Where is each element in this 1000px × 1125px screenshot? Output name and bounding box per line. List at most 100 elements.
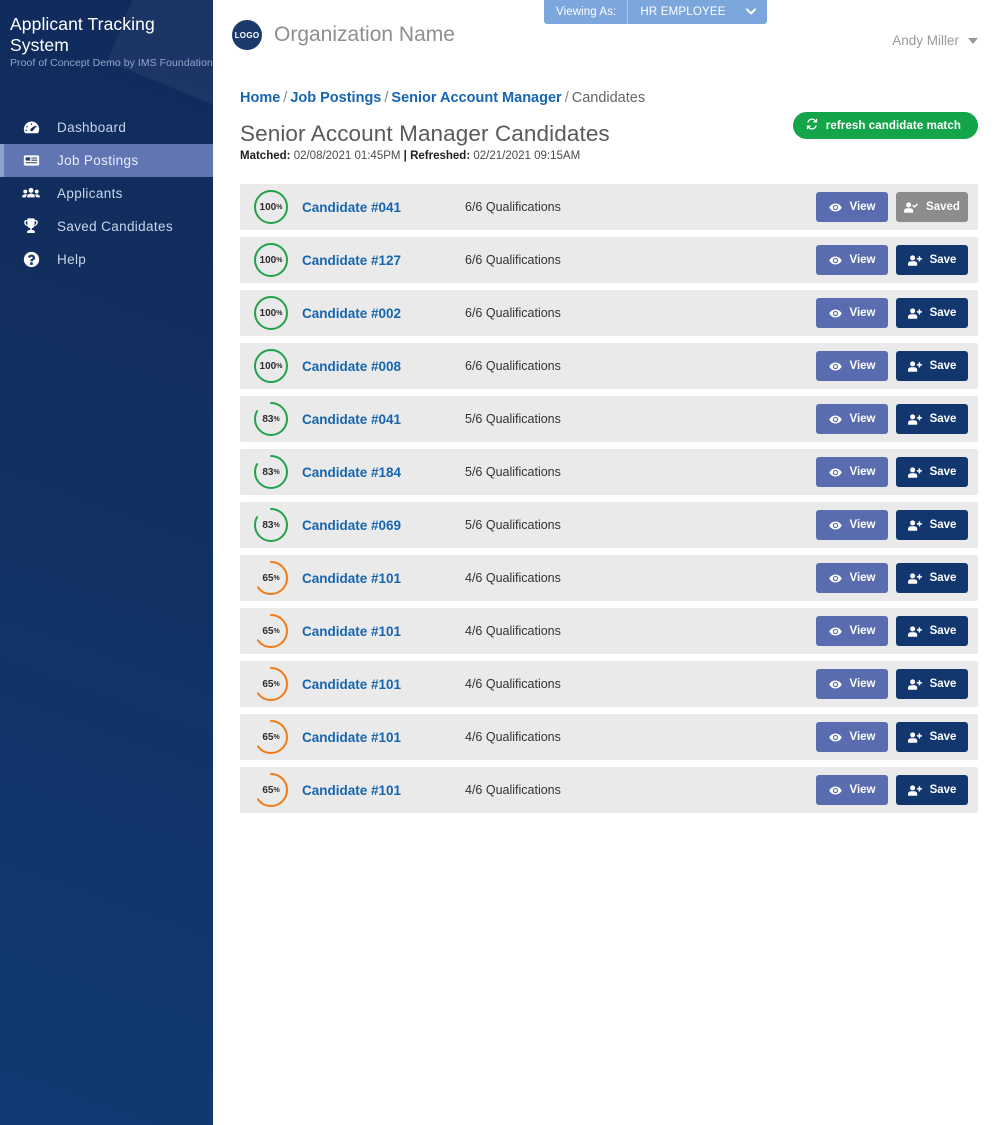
save-button-label: Save bbox=[929, 678, 957, 690]
sidebar: Applicant Tracking System Proof of Conce… bbox=[0, 0, 213, 1125]
breadcrumb-item-job-postings[interactable]: Job Postings bbox=[290, 90, 381, 106]
match-score-ring: 83% bbox=[252, 453, 290, 491]
match-score-percent: 83% bbox=[252, 506, 290, 544]
match-score-ring: 83% bbox=[252, 506, 290, 544]
eye-icon bbox=[828, 519, 842, 532]
save-button[interactable]: Save bbox=[896, 775, 968, 805]
view-button[interactable]: View bbox=[816, 245, 888, 275]
save-button[interactable]: Save bbox=[896, 404, 968, 434]
candidate-actions: View Save bbox=[816, 245, 978, 275]
save-button[interactable]: Save bbox=[896, 351, 968, 381]
candidate-name-link[interactable]: Candidate #041 bbox=[302, 200, 465, 215]
save-button[interactable]: Save bbox=[896, 245, 968, 275]
candidate-name-link[interactable]: Candidate #184 bbox=[302, 465, 465, 480]
view-button[interactable]: View bbox=[816, 775, 888, 805]
match-score-ring-wrap: 65% bbox=[240, 612, 302, 650]
eye-icon bbox=[828, 201, 842, 214]
candidate-name-link[interactable]: Candidate #002 bbox=[302, 306, 465, 321]
view-button-label: View bbox=[849, 360, 876, 372]
match-score-percent: 100% bbox=[252, 294, 290, 332]
save-button[interactable]: Save bbox=[896, 457, 968, 487]
view-button[interactable]: View bbox=[816, 457, 888, 487]
view-button[interactable]: View bbox=[816, 669, 888, 699]
sidebar-item-saved-candidates[interactable]: Saved Candidates bbox=[0, 210, 213, 243]
eye-icon bbox=[828, 466, 842, 479]
candidate-name-link[interactable]: Candidate #101 bbox=[302, 730, 465, 745]
saved-button[interactable]: Saved bbox=[896, 192, 968, 222]
match-score-percent: 100% bbox=[252, 188, 290, 226]
save-button[interactable]: Save bbox=[896, 510, 968, 540]
view-button[interactable]: View bbox=[816, 616, 888, 646]
candidate-row: 65% Candidate #101 4/6 Qualifications View S… bbox=[240, 767, 978, 813]
match-score-ring-wrap: 65% bbox=[240, 718, 302, 756]
candidate-name-link[interactable]: Candidate #101 bbox=[302, 571, 465, 586]
view-button[interactable]: View bbox=[816, 351, 888, 381]
save-button-label: Save bbox=[929, 625, 957, 637]
candidate-name-link[interactable]: Candidate #069 bbox=[302, 518, 465, 533]
user-menu[interactable]: Andy Miller bbox=[892, 33, 978, 48]
candidate-row: 65% Candidate #101 4/6 Qualifications View S… bbox=[240, 714, 978, 760]
match-score-ring: 65% bbox=[252, 612, 290, 650]
view-button-label: View bbox=[849, 466, 876, 478]
view-button-label: View bbox=[849, 731, 876, 743]
percent-symbol: % bbox=[273, 733, 280, 741]
save-button-label: Save bbox=[929, 307, 957, 319]
match-score-ring: 100% bbox=[252, 347, 290, 385]
breadcrumb: Home / Job Postings / Senior Account Manager… bbox=[213, 72, 1000, 106]
view-button[interactable]: View bbox=[816, 298, 888, 328]
candidate-actions: View Save bbox=[816, 351, 978, 381]
viewing-as-select[interactable]: HR EMPLOYEE bbox=[628, 0, 766, 24]
view-button-label: View bbox=[849, 572, 876, 584]
breadcrumb-item-home[interactable]: Home bbox=[240, 90, 280, 106]
save-button-label: Save bbox=[929, 413, 957, 425]
match-score-ring-wrap: 100% bbox=[240, 188, 302, 226]
sidebar-item-applicants[interactable]: Applicants bbox=[0, 177, 213, 210]
match-score-value: 83 bbox=[262, 519, 274, 531]
sidebar-item-label: Job Postings bbox=[57, 153, 139, 168]
candidate-qualifications: 4/6 Qualifications bbox=[465, 624, 561, 638]
save-button[interactable]: Save bbox=[896, 722, 968, 752]
sidebar-item-job-postings[interactable]: Job Postings bbox=[0, 144, 213, 177]
view-button-label: View bbox=[849, 307, 876, 319]
user-plus-icon bbox=[907, 784, 922, 797]
view-button[interactable]: View bbox=[816, 563, 888, 593]
candidate-qualifications: 4/6 Qualifications bbox=[465, 571, 561, 585]
candidate-name-link[interactable]: Candidate #101 bbox=[302, 677, 465, 692]
user-plus-icon bbox=[907, 731, 922, 744]
sidebar-item-dashboard[interactable]: Dashboard bbox=[0, 111, 213, 144]
candidate-name-link[interactable]: Candidate #101 bbox=[302, 783, 465, 798]
percent-symbol: % bbox=[273, 627, 280, 635]
percent-symbol: % bbox=[273, 415, 280, 423]
save-button[interactable]: Save bbox=[896, 563, 968, 593]
eye-icon bbox=[828, 731, 842, 744]
save-button[interactable]: Save bbox=[896, 669, 968, 699]
sidebar-item-help[interactable]: Help bbox=[0, 243, 213, 276]
view-button[interactable]: View bbox=[816, 192, 888, 222]
refresh-button-label: refresh candidate match bbox=[825, 119, 961, 132]
save-button[interactable]: Save bbox=[896, 616, 968, 646]
page-header: Senior Account Manager Candidates Matche… bbox=[213, 106, 1000, 162]
match-score-percent: 65% bbox=[252, 559, 290, 597]
candidate-row: 100% Candidate #127 6/6 Qualifications View… bbox=[240, 237, 978, 283]
candidate-name-link[interactable]: Candidate #127 bbox=[302, 253, 465, 268]
view-button[interactable]: View bbox=[816, 722, 888, 752]
breadcrumb-separator: / bbox=[283, 90, 288, 106]
user-plus-icon bbox=[907, 360, 922, 373]
view-button[interactable]: View bbox=[816, 404, 888, 434]
eye-icon bbox=[828, 678, 842, 691]
match-score-ring: 100% bbox=[252, 241, 290, 279]
chevron-down-icon bbox=[745, 7, 756, 17]
user-plus-icon bbox=[907, 572, 922, 585]
refresh-candidate-match-button[interactable]: refresh candidate match bbox=[792, 112, 978, 139]
candidate-name-link[interactable]: Candidate #008 bbox=[302, 359, 465, 374]
candidate-row: 65% Candidate #101 4/6 Qualifications View S… bbox=[240, 555, 978, 601]
candidate-name-link[interactable]: Candidate #041 bbox=[302, 412, 465, 427]
candidate-actions: View Save bbox=[816, 722, 978, 752]
breadcrumb-item-senior-account-manager[interactable]: Senior Account Manager bbox=[391, 90, 561, 106]
view-button[interactable]: View bbox=[816, 510, 888, 540]
candidate-row: 83% Candidate #041 5/6 Qualifications View S… bbox=[240, 396, 978, 442]
match-score-ring: 100% bbox=[252, 188, 290, 226]
app-subtitle: Proof of Concept Demo by IMS Foundation bbox=[10, 57, 213, 69]
save-button[interactable]: Save bbox=[896, 298, 968, 328]
candidate-name-link[interactable]: Candidate #101 bbox=[302, 624, 465, 639]
